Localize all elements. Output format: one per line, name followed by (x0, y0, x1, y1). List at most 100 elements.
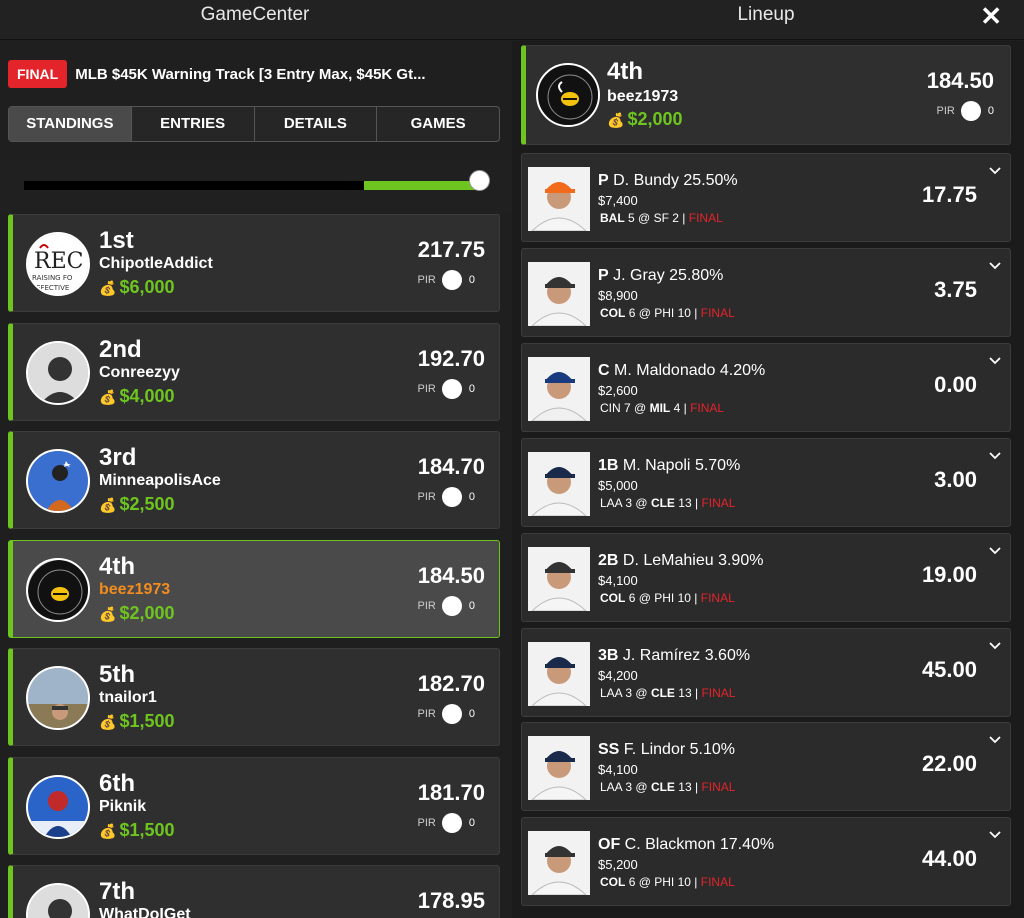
player-row[interactable]: 1B M. Napoli 5.70% $5,000 LAA 3 @ CLE 13 |… (521, 437, 1011, 527)
lineup-title: Lineup (737, 4, 795, 25)
prize-amount: $2,000 (119, 602, 175, 623)
player-position: 1B (598, 456, 619, 474)
player-row[interactable]: C M. Maldonado 4.20% $2,600 CIN 7 @ MIL 4 … (521, 342, 1011, 432)
player-row[interactable]: OF C. Blackmon 17.40% $5,200 COL 6 @ PHI 1… (521, 817, 1011, 907)
avatar (26, 449, 90, 513)
home-team: MIL (649, 400, 671, 415)
chevron-down-icon[interactable] (988, 164, 1002, 178)
pir-value: 0 (468, 708, 475, 720)
lineup-panel: 4th beez1973 💰 $2,000 184.50 PIR 0 P D. B… (512, 41, 1024, 918)
standing-row[interactable]: 5th tnailor1 💰 $1,500 182.70 PIR 0 (8, 648, 500, 746)
avatar (26, 774, 90, 839)
prize-amount: $2,000 (627, 109, 683, 129)
pir-indicator: PIR 0 (937, 101, 994, 121)
avatar: REC RAISING FO EFFECTIVE (26, 232, 90, 296)
standing-row[interactable]: 6th Piknik 💰 $1,500 181.70 PIR 0 (8, 756, 500, 855)
away-score: 6 (628, 590, 636, 605)
tab-entries[interactable]: ENTRIES (132, 107, 255, 141)
player-game-line: BAL 5 @ SF 2 | FINAL (600, 211, 723, 225)
chevron-down-icon[interactable] (988, 259, 1002, 273)
pir-clock-icon (441, 595, 462, 616)
home-team: PHI (654, 875, 675, 890)
home-score: 10 (677, 590, 691, 605)
chevron-down-icon[interactable] (988, 733, 1002, 747)
home-team: CLE (650, 685, 675, 700)
player-row[interactable]: SS F. Lindor 5.10% $4,100 LAA 3 @ CLE 13 |… (521, 722, 1011, 812)
prize-amount: $1,500 (119, 819, 175, 840)
game-status: FINAL (701, 495, 736, 510)
standing-score: 192.70 (417, 345, 485, 371)
standings-scrubber (0, 159, 512, 214)
player-points: 3.00 (934, 466, 977, 492)
chevron-down-icon[interactable] (988, 544, 1002, 558)
player-name: D. LeMahieu (622, 551, 714, 569)
player-photo (528, 451, 590, 516)
standing-prize: 💰 $4,000 (99, 386, 175, 407)
player-points: 0.00 (934, 371, 977, 397)
player-game-line: COL 6 @ PHI 10 | FINAL (600, 590, 735, 605)
tab-standings[interactable]: STANDINGS (9, 107, 132, 141)
pir-indicator: PIR 0 (418, 378, 475, 399)
scrubber-handle[interactable] (469, 170, 490, 191)
scrubber-track[interactable] (24, 181, 484, 190)
player-salary: $4,200 (598, 667, 638, 683)
standing-rank: 5th (99, 661, 135, 688)
player-name-line: 2B D. LeMahieu 3.90% (598, 552, 763, 570)
standing-row[interactable]: 3rd MinneapolisAce 💰 $2,500 184.70 PIR 0 (8, 431, 500, 529)
pir-clock-icon (960, 101, 981, 121)
chevron-down-icon[interactable] (988, 449, 1002, 463)
pir-value: 0 (468, 599, 475, 612)
player-points: 44.00 (921, 846, 977, 872)
player-name-line: OF C. Blackmon 17.40% (598, 836, 774, 854)
away-score: 6 (628, 875, 636, 890)
player-points: 17.75 (921, 182, 977, 207)
player-game-line: COL 6 @ PHI 10 | FINAL (600, 875, 735, 890)
standing-score: 181.70 (417, 779, 485, 805)
standing-row[interactable]: 2nd Conreezyy 💰 $4,000 192.70 PIR 0 (8, 322, 500, 421)
game-status: FINAL (701, 780, 736, 795)
player-name-line: 3B J. Ramírez 3.60% (598, 647, 750, 665)
tab-details[interactable]: DETAILS (255, 107, 378, 141)
top-bar: GameCenter Lineup ✕ (0, 0, 1024, 40)
player-position: P (598, 266, 609, 284)
close-icon[interactable]: ✕ (980, 1, 1002, 32)
standing-username: Conreezyy (99, 363, 180, 381)
away-score: 6 (628, 305, 636, 320)
standing-score: 178.95 (417, 888, 485, 913)
tab-games[interactable]: GAMES (377, 107, 499, 141)
chevron-down-icon[interactable] (988, 354, 1002, 368)
player-row[interactable]: P D. Bundy 25.50% $7,400 BAL 5 @ SF 2 | FI… (521, 153, 1011, 242)
player-photo (528, 831, 590, 896)
away-team: LAA (600, 495, 623, 510)
standing-row[interactable]: REC RAISING FO EFFECTIVE 1st ChipotleAddict 💰… (8, 214, 500, 312)
pir-clock-icon (441, 487, 462, 507)
player-position: 2B (598, 551, 619, 569)
pir-label: PIR (417, 708, 436, 720)
standing-rank: 3rd (99, 444, 137, 471)
home-team: PHI (654, 590, 675, 605)
player-row[interactable]: P J. Gray 25.80% $8,900 COL 6 @ PHI 10 | F… (521, 247, 1011, 337)
home-team: SF (653, 211, 669, 225)
pir-clock-icon (441, 270, 462, 290)
player-game-line: LAA 3 @ CLE 13 | FINAL (600, 780, 736, 795)
pir-value: 0 (468, 274, 475, 286)
pir-value: 0 (468, 491, 475, 503)
home-team: CLE (650, 495, 675, 510)
player-row[interactable]: 2B D. LeMahieu 3.90% $4,100 COL 6 @ PHI 10… (521, 532, 1011, 622)
standing-row[interactable]: 4th beez1973 💰 $2,000 184.50 PIR 0 (8, 539, 500, 638)
chevron-down-icon[interactable] (988, 639, 1002, 653)
home-score: 10 (677, 305, 691, 320)
chevron-down-icon[interactable] (988, 828, 1002, 842)
lineup-summary-card: 4th beez1973 💰 $2,000 184.50 PIR 0 (521, 45, 1011, 145)
player-row[interactable]: 3B J. Ramírez 3.60% $4,200 LAA 3 @ CLE 13 … (521, 627, 1011, 717)
standing-rank: 1st (99, 227, 134, 254)
player-photo (528, 641, 590, 706)
at-symbol: @ (635, 685, 648, 700)
player-points: 22.00 (921, 751, 977, 777)
prize-amount: $2,500 (119, 494, 175, 514)
standing-row[interactable]: 7thWhatDoIGet178.95PIR0 (8, 865, 500, 918)
player-game-line: LAA 3 @ CLE 13 | FINAL (600, 685, 736, 700)
player-name: F. Lindor (623, 741, 686, 759)
standing-score: 217.75 (417, 237, 485, 262)
away-team: LAA (600, 780, 623, 795)
